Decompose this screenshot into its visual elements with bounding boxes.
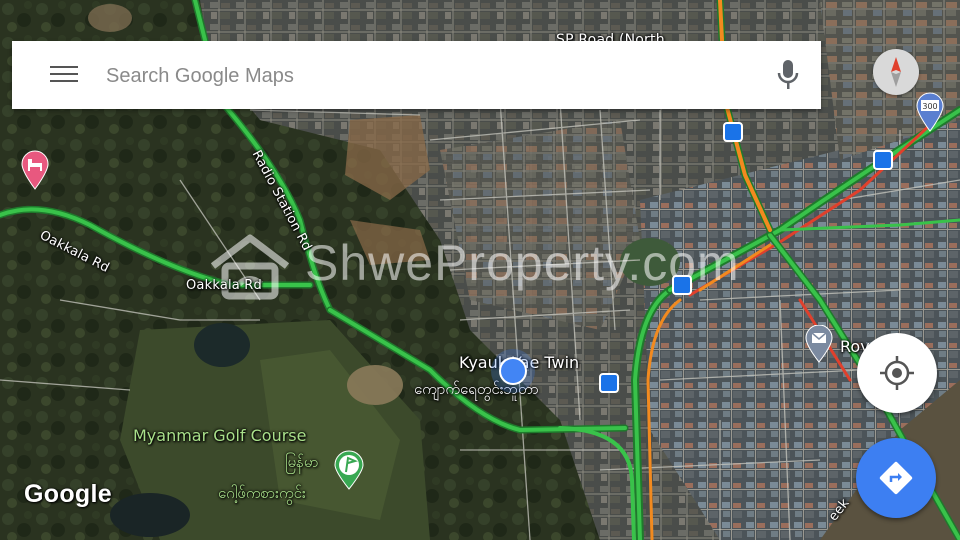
shweproperty-watermark: ShweProperty.com <box>205 230 765 310</box>
place-label-golf-course-burmese-1: မြန်မာ <box>285 453 319 471</box>
mail-pin-icon[interactable] <box>805 325 833 363</box>
search-input[interactable] <box>104 55 748 97</box>
menu-icon[interactable] <box>50 66 78 84</box>
bus-station-icon[interactable] <box>873 150 893 170</box>
compass-icon[interactable] <box>873 49 919 95</box>
hotel-pin-icon[interactable] <box>20 150 50 190</box>
my-location-icon <box>880 356 914 390</box>
place-label-kyauk-yae-twin-burmese: ကျောက်ရေတွင်းဘူတာ <box>414 380 539 398</box>
place-label-golf-course: Myanmar Golf Course <box>133 426 307 445</box>
bus-station-icon[interactable] <box>599 373 619 393</box>
bus-station-icon[interactable] <box>723 122 743 142</box>
road-label-oakkala-2: Oakkala Rd <box>186 278 262 293</box>
search-bar <box>12 41 821 109</box>
mic-icon[interactable] <box>776 59 800 91</box>
golf-icon[interactable] <box>333 450 365 490</box>
my-location-button[interactable] <box>857 333 937 413</box>
bus-station-icon[interactable] <box>672 275 692 295</box>
user-location-dot <box>499 357 527 385</box>
highway-shield-number: 300 <box>922 102 937 111</box>
directions-button[interactable] <box>856 438 936 518</box>
google-logo: Google <box>24 480 112 508</box>
directions-icon <box>879 461 913 495</box>
place-label-golf-course-burmese-2: ဂေါ့ဖ်ကစားကွင်း <box>218 484 306 502</box>
highway-shield-pin[interactable]: 300 <box>916 92 944 132</box>
